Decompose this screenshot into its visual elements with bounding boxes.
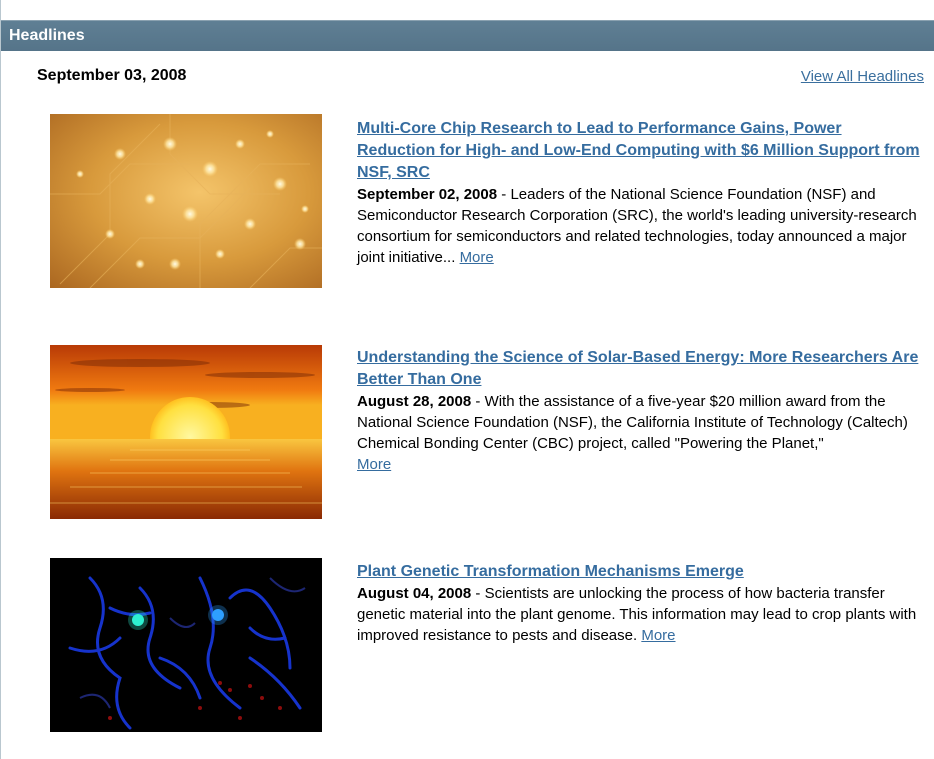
headlines-title: Headlines (9, 27, 85, 44)
headline-separator: - (471, 585, 485, 602)
headline-text: Plant Genetic Transformation Mechanisms … (357, 561, 922, 646)
headline-separator: - (497, 186, 511, 203)
current-date: September 03, 2008 (37, 67, 187, 84)
more-link[interactable]: More (460, 249, 494, 266)
headline-date: September 02, 2008 (357, 186, 498, 203)
view-all-headlines-link[interactable]: View All Headlines (801, 68, 924, 85)
headline-text: Understanding the Science of Solar-Based… (357, 347, 922, 475)
headline-date: August 04, 2008 (357, 585, 472, 602)
headline-title-link[interactable]: Multi-Core Chip Research to Lead to Perf… (357, 118, 922, 184)
headlines-header: Headlines (1, 20, 934, 51)
chip-lights-image[interactable] (50, 114, 322, 288)
headline-separator: - (471, 393, 485, 410)
sunset-ocean-image[interactable] (50, 345, 322, 519)
more-link[interactable]: More (641, 627, 675, 644)
headline-title-link[interactable]: Understanding the Science of Solar-Based… (357, 347, 922, 391)
headline-date: August 28, 2008 (357, 393, 472, 410)
headline-text: Multi-Core Chip Research to Lead to Perf… (357, 118, 922, 268)
plant-cells-image[interactable] (50, 558, 322, 732)
more-link[interactable]: More (357, 456, 391, 473)
headlines-panel: Headlines September 03, 2008 View All He… (0, 0, 934, 759)
headline-title-link[interactable]: Plant Genetic Transformation Mechanisms … (357, 561, 922, 583)
